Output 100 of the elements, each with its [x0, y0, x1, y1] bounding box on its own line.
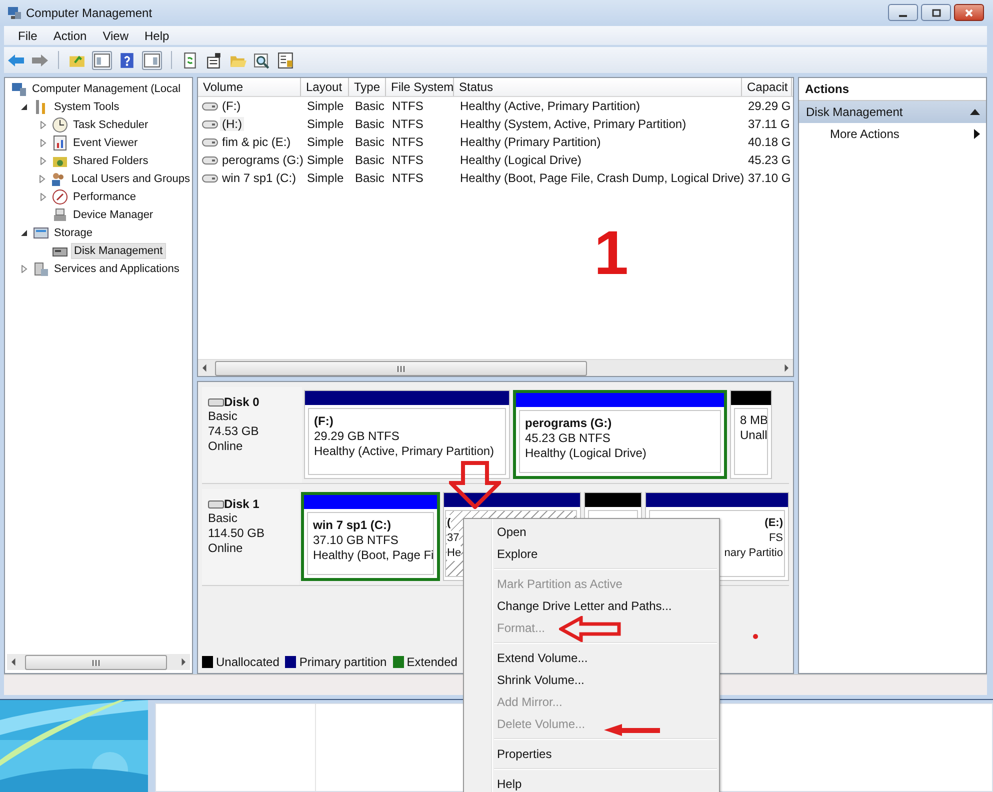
menu-item[interactable]: Open	[464, 521, 719, 543]
partition-block[interactable]: win 7 sp1 (C:) 37.10 GB NTFS Healthy (Boot, Page Fi	[301, 492, 440, 582]
partition-name: (E:)	[764, 516, 783, 532]
column-header[interactable]: Type	[349, 78, 386, 96]
legend-label: Unallocated	[216, 655, 280, 670]
drive-icon	[202, 156, 218, 165]
forward-icon[interactable]	[31, 52, 49, 69]
menu-item[interactable]: Extend Volume...	[464, 647, 719, 669]
help-icon[interactable]	[118, 52, 136, 69]
menu-item[interactable]: Change Drive Letter and Paths...	[464, 595, 719, 617]
collapse-icon[interactable]	[20, 103, 28, 112]
drive-icon	[202, 174, 218, 183]
disk-size: 114.50 GB	[208, 526, 266, 542]
section-title: Disk Management	[806, 105, 903, 120]
tree-item[interactable]: Performance	[71, 190, 138, 204]
column-header[interactable]: Layout	[301, 78, 349, 96]
pane-toggle-icon[interactable]	[142, 50, 162, 70]
scroll-thumb[interactable]	[25, 655, 167, 670]
expand-icon[interactable]	[39, 121, 47, 130]
disk-drive-icon	[208, 500, 224, 509]
column-header[interactable]: File System	[386, 78, 454, 96]
tree-item[interactable]: Task Scheduler	[71, 118, 150, 132]
table-cell[interactable]: (H:)	[220, 117, 244, 132]
scroll-thumb[interactable]	[215, 361, 587, 376]
expand-icon[interactable]	[39, 139, 47, 148]
partition-status: Healthy (Logical Drive)	[525, 446, 648, 462]
partition-name: (	[447, 515, 451, 532]
menu-item[interactable]: Help	[464, 773, 719, 792]
tree-item[interactable]: Device Manager	[71, 208, 156, 222]
pane-toggle-icon[interactable]	[92, 50, 112, 70]
tree-item[interactable]: Storage	[52, 226, 95, 240]
annotation-dot	[753, 634, 758, 639]
computer-icon	[11, 81, 27, 98]
annotation-arrow	[449, 461, 501, 509]
column-header[interactable]: Status	[454, 78, 742, 96]
table-cell[interactable]: fim & pic (E:)	[220, 135, 293, 150]
table-cell-text: Basic	[354, 99, 386, 114]
expand-icon[interactable]	[20, 265, 28, 274]
menu-item[interactable]: File	[10, 28, 46, 43]
table-cell-text: Healthy (Active, Primary Partition)	[459, 99, 642, 114]
maximize-button[interactable]	[921, 4, 951, 22]
expand-icon[interactable]	[39, 193, 47, 202]
menu-item[interactable]: Explore	[464, 543, 719, 565]
search-icon[interactable]	[253, 52, 271, 69]
legend-label: Primary partition	[299, 655, 387, 670]
table-cell-text: Basic	[354, 171, 386, 186]
partition-block[interactable]: perograms (G:) 45.23 GB NTFS Healthy (Logical Drive)	[513, 390, 727, 480]
expand-icon[interactable]	[38, 175, 46, 184]
properties-icon[interactable]	[205, 52, 223, 69]
expand-icon[interactable]	[39, 157, 47, 166]
menu-item[interactable]: Action	[45, 28, 95, 43]
back-icon[interactable]	[7, 52, 25, 69]
collapse-icon[interactable]	[20, 229, 28, 238]
tree-item[interactable]: Services and Applications	[52, 262, 182, 276]
partition-block[interactable]: 8 MB Unall	[730, 390, 772, 480]
column-header[interactable]: Capacit	[742, 78, 792, 96]
table-cell[interactable]: (F:)	[220, 99, 243, 114]
menu-item[interactable]: View	[94, 28, 136, 43]
drive-icon	[202, 138, 218, 147]
table-cell-text: Simple	[306, 153, 345, 168]
minimize-button[interactable]	[888, 4, 918, 22]
printer-icon	[52, 207, 68, 224]
tree-item[interactable]: Disk Management	[71, 243, 166, 260]
partition-size: 37	[447, 531, 460, 546]
tree-item[interactable]: Computer Management (Local	[30, 82, 183, 96]
minimize-icon	[899, 14, 907, 17]
tree-item[interactable]: Event Viewer	[71, 136, 140, 150]
menu-item[interactable]: Properties	[464, 743, 719, 765]
menu-item[interactable]: Shrink Volume...	[464, 669, 719, 691]
action-link[interactable]: More Actions	[830, 127, 900, 142]
services-icon	[33, 261, 49, 278]
disk-size: 74.53 GB	[208, 424, 260, 440]
collapse-icon[interactable]	[970, 108, 980, 116]
menu-item[interactable]: Help	[136, 28, 178, 43]
table-cell-text: 40.18 G	[747, 135, 792, 150]
table-cell[interactable]: perograms (G:)	[220, 153, 306, 168]
tree-item[interactable]: System Tools	[52, 100, 122, 114]
window-title: Computer Management	[26, 6, 152, 20]
horizontal-scrollbar[interactable]	[198, 359, 793, 376]
partition-size: 29.29 GB NTFS	[314, 429, 400, 444]
action-section[interactable]: Disk Management	[799, 101, 986, 124]
disk-type: Basic	[208, 409, 238, 424]
tree-item[interactable]: Shared Folders	[71, 154, 150, 168]
refresh-icon[interactable]	[181, 52, 199, 69]
partition-status: He	[447, 546, 462, 562]
disk-name: Disk 0	[224, 395, 260, 410]
tree-item[interactable]: Local Users and Groups	[69, 172, 192, 186]
table-cell-text: NTFS	[391, 135, 424, 150]
horizontal-scrollbar[interactable]	[7, 654, 190, 670]
partition-block[interactable]: (F:) 29.29 GB NTFS Healthy (Active, Primary Partition)	[304, 390, 510, 480]
table-cell-text: Basic	[354, 135, 386, 150]
table-cell-text: Healthy (Boot, Page File, Crash Dump, Logical Drive)	[459, 171, 746, 186]
table-cell-text: Simple	[306, 117, 345, 132]
table-cell-text: 29.29 G	[747, 99, 792, 114]
partition-header-bar	[731, 391, 771, 406]
column-header[interactable]: Volume	[198, 78, 301, 96]
table-cell[interactable]: win 7 sp1 (C:)	[220, 171, 298, 186]
disk-name: Disk 1	[224, 497, 260, 512]
close-button[interactable]	[954, 4, 984, 22]
export-icon[interactable]	[277, 52, 295, 69]
